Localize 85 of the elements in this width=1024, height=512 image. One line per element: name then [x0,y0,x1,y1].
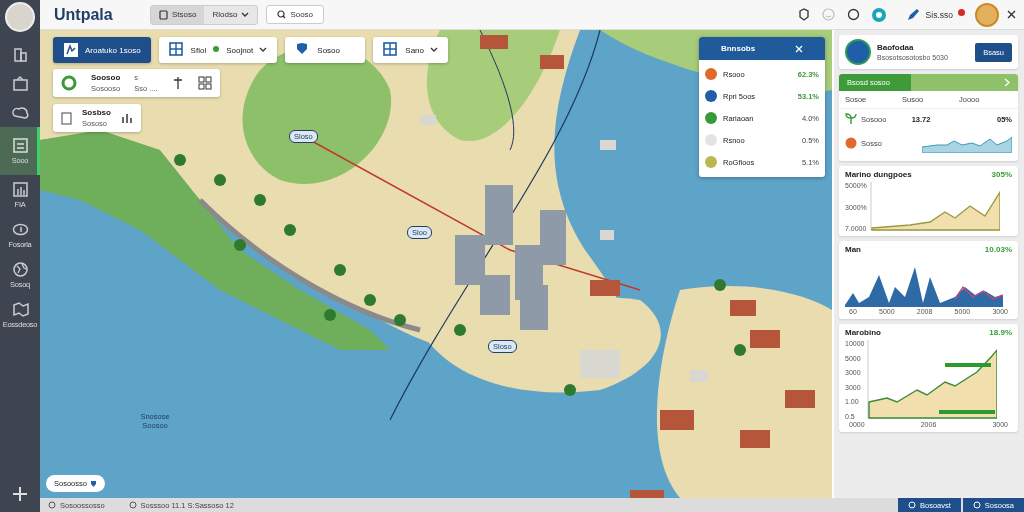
house-drawing [630,490,664,498]
tree-drawing [174,154,186,166]
logo-icon [845,39,871,65]
house-drawing [590,280,620,296]
map-button[interactable]: Aroatuko 1soso [53,37,151,63]
caret-icon [430,47,438,53]
house-drawing [750,330,780,348]
chevron-icon [1004,78,1010,87]
dropdown[interactable]: Sfiol Soojnot [158,37,278,63]
circle-icon [907,501,916,509]
user-avatar[interactable] [975,2,999,27]
document-icon [61,111,72,125]
tree-drawing [234,239,246,251]
circle-icon [48,501,56,509]
tower-drawing [480,275,510,315]
building-drawing [690,370,708,382]
grid-icon[interactable] [197,76,212,90]
building-drawing [420,115,436,125]
building-drawing [580,350,620,378]
tree-drawing [364,294,376,306]
house-drawing [540,55,564,69]
tree-drawing [394,314,406,326]
list-icon [11,137,29,154]
app-title: Untpala [54,5,114,24]
plus-icon [12,486,28,502]
cloud-icon [11,104,29,121]
box-icon [11,75,29,92]
tree-drawing [734,344,746,356]
legend-title: Bnnsobs [720,44,756,53]
tower-drawing [485,185,513,245]
house-drawing [740,430,770,448]
grid-icon [168,42,185,58]
tree-drawing [454,324,466,336]
tree-drawing [214,174,226,186]
tower-drawing [520,285,548,330]
house-drawing [785,390,815,408]
close-icon[interactable] [1007,10,1016,19]
bar-chart-icon [11,181,29,198]
tower-drawing [540,210,566,265]
chart-value: 18.9% [989,328,1012,337]
chart-value: 305% [991,170,1012,179]
toolbar-button[interactable]: Sooso [266,5,325,24]
pen-icon [905,7,920,22]
dropdown[interactable]: Sano [373,37,448,63]
tower-drawing [455,235,485,285]
card-title: Sosbso [82,108,111,117]
ring-icon [61,75,77,91]
caret-icon [259,47,268,53]
card-title: Soosoo [91,73,121,82]
circle-icon [128,501,137,509]
building-icon [11,46,29,63]
search-icon [277,10,287,19]
map-icon [63,42,79,58]
house-drawing [660,410,694,430]
caret-icon [241,11,250,18]
tree-drawing [334,264,346,276]
chart-title: Marobino [845,328,881,337]
account-button[interactable]: Sis.sso [903,5,967,24]
house-drawing [730,300,756,316]
chart-icon[interactable] [120,112,133,124]
tree-drawing [714,279,726,291]
dot-icon [845,137,857,149]
chart-title: Man [845,245,861,254]
chart-title: Marino dungpoes [845,170,912,179]
grid-icon [383,42,400,58]
shield-icon [89,479,97,488]
building-drawing [600,230,614,240]
tree-drawing [254,194,266,206]
tab[interactable]: Rlodso [204,5,258,24]
tab[interactable]: Stsoso [151,5,205,24]
profile-name: Baofodaa [877,43,915,52]
tool-icon[interactable] [171,76,184,90]
document-icon [159,9,168,20]
map-icon [11,301,29,318]
tree-drawing [324,309,336,321]
plant-icon [845,113,857,125]
building-drawing [600,140,616,150]
circle-icon [972,501,981,509]
shield-icon[interactable] [797,8,810,21]
chart-value: 10.03% [984,245,1012,254]
tree-drawing [284,224,296,236]
avatar-icon [5,2,35,32]
map-button[interactable]: Sosoo [285,37,366,63]
house-drawing [480,35,508,49]
tree-drawing [564,384,576,396]
